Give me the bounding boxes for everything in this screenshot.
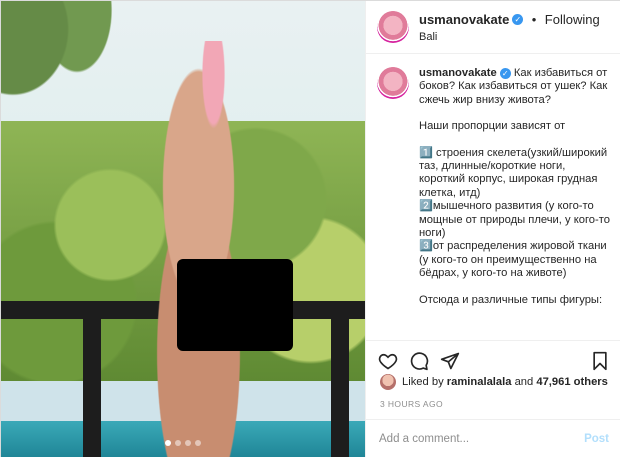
username-link[interactable]: usmanovakate — [419, 12, 509, 27]
share-icon[interactable] — [439, 350, 461, 372]
post-header: usmanovakate ✓ • Following Bali — [366, 1, 620, 54]
railing-post — [83, 301, 101, 457]
header-info: usmanovakate ✓ • Following Bali — [419, 11, 600, 43]
palm-leaves — [1, 1, 141, 181]
avatar[interactable] — [377, 11, 409, 43]
verified-icon: ✓ — [499, 67, 511, 79]
caption-item-2: 2️⃣мышечного развития (у кого-то мощные … — [419, 200, 610, 240]
post-timestamp[interactable]: 3 HOURS AGO — [380, 399, 443, 409]
caption-avatar[interactable] — [377, 67, 409, 99]
carousel-dot-active — [165, 440, 171, 446]
caption-lead: Наши пропорции зависят от — [419, 120, 566, 133]
railing-post — [331, 301, 349, 457]
carousel-dots — [1, 440, 365, 446]
separator-dot: • — [531, 12, 537, 27]
caption-item-3: 3️⃣от распределения жировой ткани (у ког… — [419, 240, 607, 280]
comment-input[interactable] — [379, 433, 585, 445]
likes-count[interactable]: 47,961 others — [536, 376, 608, 388]
likes-and: and — [514, 376, 534, 388]
location-link[interactable]: Bali — [419, 31, 600, 43]
post-comment-button[interactable]: Post — [584, 433, 609, 445]
verified-icon: ✓ — [512, 14, 524, 26]
following-button[interactable]: Following — [545, 12, 600, 27]
likes-prefix: Liked by — [402, 376, 444, 388]
post-sidebar: usmanovakate ✓ • Following Bali usmanovak… — [365, 1, 620, 457]
liker-username[interactable]: raminalalala — [447, 376, 512, 388]
carousel-dot — [175, 440, 181, 446]
caption-text: usmanovakate ✓ Как избавиться от боков? К… — [419, 67, 613, 337]
likes-line: Liked by raminalalala and 47,961 others — [380, 374, 608, 390]
comment-icon[interactable] — [408, 350, 430, 372]
caption-username[interactable]: usmanovakate — [419, 67, 497, 79]
person-figure — [131, 41, 281, 457]
caption-outro: Отсюда и различные типы фигуры: — [419, 293, 603, 306]
liker-avatar[interactable] — [380, 374, 396, 390]
caption: usmanovakate ✓ Как избавиться от боков? К… — [377, 67, 615, 337]
heart-icon[interactable] — [377, 350, 399, 372]
instagram-post: usmanovakate ✓ • Following Bali usmanovak… — [0, 0, 620, 457]
carousel-dot — [195, 440, 201, 446]
censor-block — [177, 259, 293, 351]
carousel-dot — [185, 440, 191, 446]
comment-bar: Post — [366, 419, 620, 457]
caption-item-1: 1️⃣ строения скелета(узкий/широкий таз, … — [419, 146, 608, 199]
post-image[interactable] — [1, 1, 365, 457]
bookmark-icon[interactable] — [589, 350, 611, 372]
